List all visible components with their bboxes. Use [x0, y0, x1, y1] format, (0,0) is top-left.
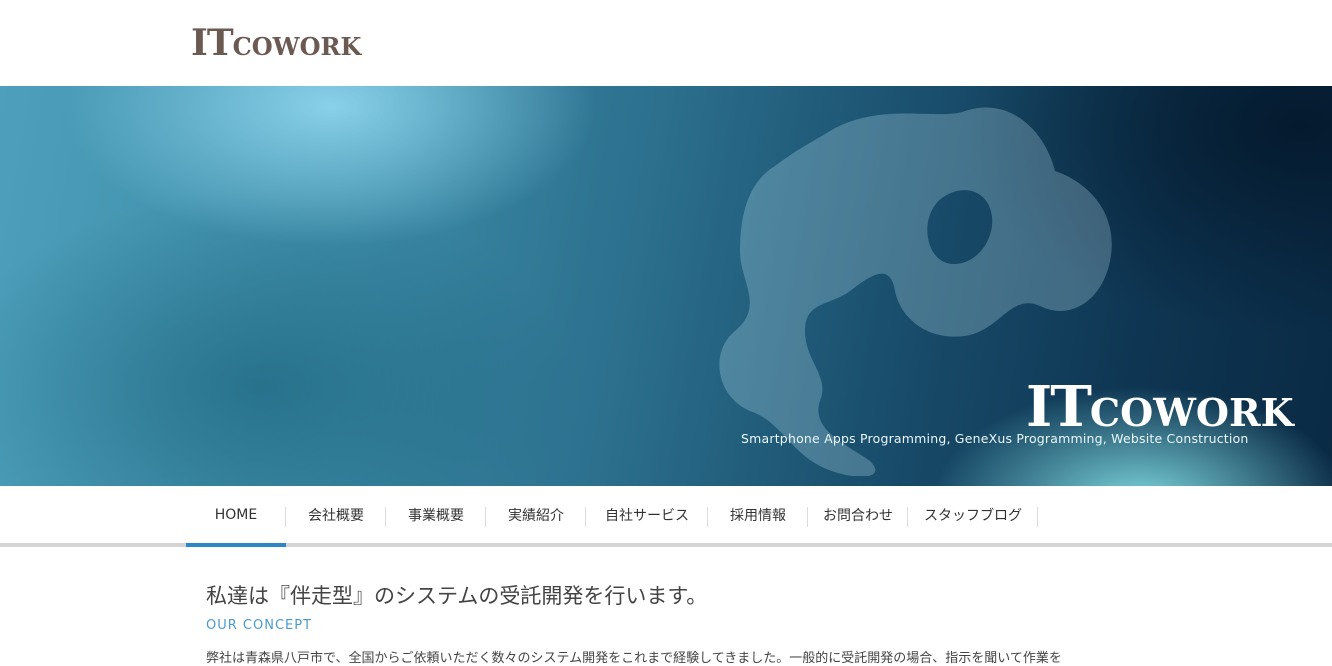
nav-item-works[interactable]: 実績紹介 — [486, 486, 586, 543]
nav-item-blog[interactable]: スタッフブログ — [908, 486, 1038, 543]
main-nav: HOME 会社概要 事業概要 実績紹介 自社サービス 採用情報 お問合わせ スタ… — [0, 486, 1332, 547]
nav-item-contact[interactable]: お問合わせ — [808, 486, 908, 543]
nav-item-business[interactable]: 事業概要 — [386, 486, 486, 543]
concept-headline: 私達は『伴走型』のシステムの受託開発を行います。 — [206, 584, 708, 608]
logo-it: IT — [191, 22, 234, 64]
hero-tagline: Smartphone Apps Programming, GeneXus Pro… — [741, 431, 1249, 446]
nav-item-recruit[interactable]: 採用情報 — [708, 486, 808, 543]
nav-active-indicator — [186, 543, 286, 547]
site-header: ITCOWORK — [0, 0, 1332, 86]
nav-item-services[interactable]: 自社サービス — [586, 486, 708, 543]
concept-section: 私達は『伴走型』のシステムの受託開発を行います。 OUR CONCEPT 弊社は… — [206, 580, 1146, 666]
hero-logo-cowork: COWORK — [1089, 390, 1294, 435]
site-logo[interactable]: ITCOWORK — [191, 22, 361, 64]
nav-item-home[interactable]: HOME — [186, 486, 286, 543]
concept-subhead: OUR CONCEPT — [206, 618, 313, 633]
logo-cowork: COWORK — [232, 32, 362, 61]
concept-paragraph: 弊社は青森県八戸市で、全国からご依頼いただく数々のシステム開発をこれまで経験して… — [206, 651, 1062, 666]
hero-banner: ITCOWORK Smartphone Apps Programming, Ge… — [0, 86, 1332, 486]
nav-item-company[interactable]: 会社概要 — [286, 486, 386, 543]
nav-items: HOME 会社概要 事業概要 実績紹介 自社サービス 採用情報 お問合わせ スタ… — [186, 486, 1038, 543]
